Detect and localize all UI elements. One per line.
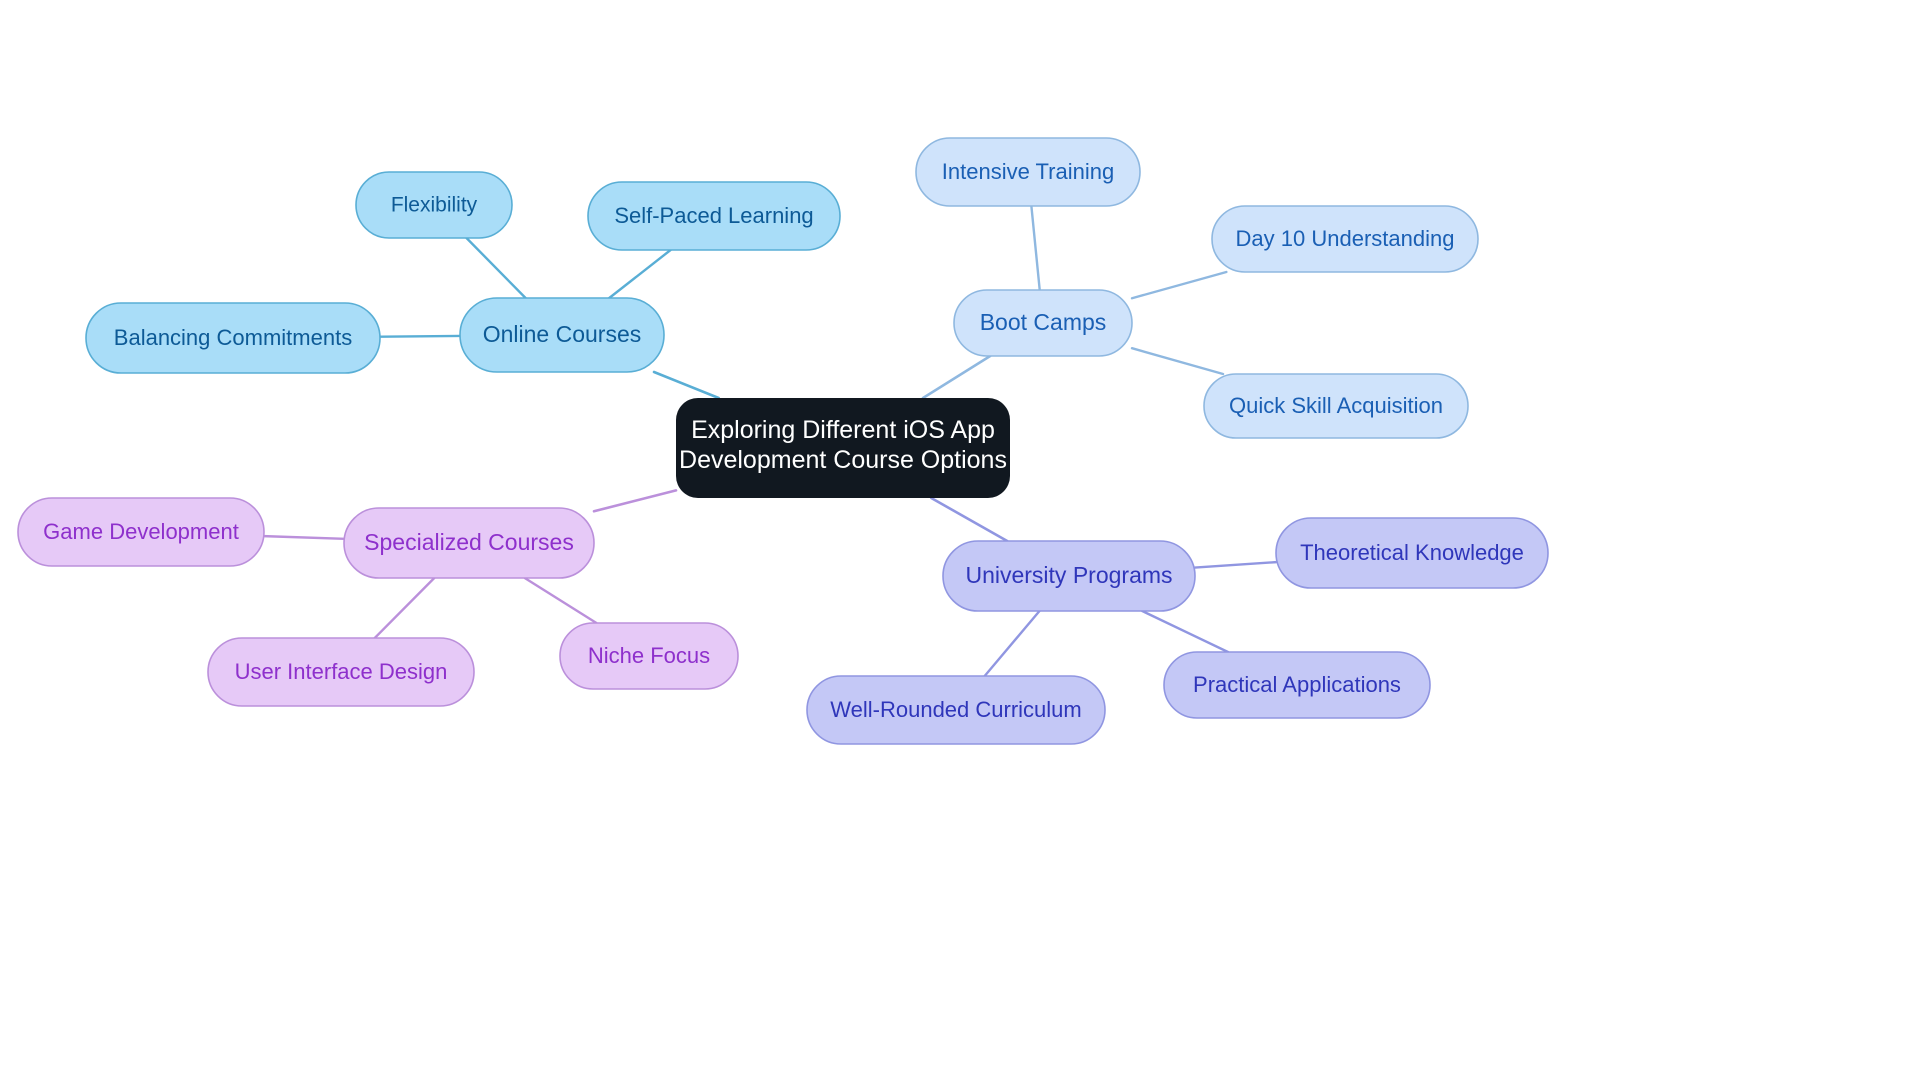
- node-label-niche-focus: Niche Focus: [588, 643, 710, 668]
- node-label-specialized-courses: Specialized Courses: [364, 529, 574, 555]
- node-online-courses[interactable]: Online Courses: [459, 297, 665, 373]
- edge-specialized-courses-to-niche-focus: [523, 576, 598, 625]
- edge-boot-camps-to-intensive-training: [1030, 204, 1041, 292]
- node-day-10-understanding[interactable]: Day 10 Understanding: [1211, 205, 1479, 273]
- node-label-boot-camps: Boot Camps: [980, 309, 1107, 335]
- node-label-game-development: Game Development: [43, 519, 239, 544]
- node-balancing-commitments[interactable]: Balancing Commitments: [85, 302, 381, 374]
- mindmap-diagram: Flexibility Self-Paced Learning Balancing …: [17, 137, 1549, 745]
- edge-online-courses-to-balancing-commitments: [378, 334, 462, 338]
- edge-central-to-specialized-courses: [592, 489, 678, 513]
- node-user-interface-design[interactable]: User Interface Design: [207, 637, 475, 707]
- node-label-flexibility: Flexibility: [391, 194, 478, 217]
- node-niche-focus[interactable]: Niche Focus: [559, 622, 739, 690]
- mindmap-canvas-root: Flexibility Self-Paced Learning Balancing …: [0, 0, 1920, 1083]
- node-label-self-paced-learning: Self-Paced Learning: [614, 203, 813, 228]
- node-theoretical-knowledge[interactable]: Theoretical Knowledge: [1275, 517, 1549, 589]
- node-label-online-courses: Online Courses: [483, 321, 642, 347]
- node-label-well-rounded-curriculum: Well-Rounded Curriculum: [830, 697, 1081, 722]
- node-well-rounded-curriculum[interactable]: Well-Rounded Curriculum: [806, 675, 1106, 745]
- edge-central-to-university-programs: [929, 496, 1009, 543]
- node-label-user-interface-design: User Interface Design: [235, 659, 448, 684]
- node-label-practical-applications: Practical Applications: [1193, 672, 1401, 697]
- edge-central-to-boot-camps: [921, 354, 992, 400]
- node-label-quick-skill-acquisition: Quick Skill Acquisition: [1229, 393, 1443, 418]
- edge-online-courses-to-self-paced-learning: [608, 248, 672, 300]
- node-flexibility[interactable]: Flexibility: [355, 171, 513, 239]
- edge-central-to-online-courses: [652, 370, 720, 400]
- edge-specialized-courses-to-game-development: [262, 534, 346, 541]
- edge-university-programs-to-well-rounded-curriculum: [983, 609, 1041, 678]
- node-self-paced-learning[interactable]: Self-Paced Learning: [587, 181, 841, 251]
- edge-university-programs-to-theoretical-knowledge: [1193, 560, 1278, 569]
- node-university-programs[interactable]: University Programs: [942, 540, 1196, 612]
- node-label-intensive-training: Intensive Training: [942, 159, 1114, 184]
- node-label-balancing-commitments: Balancing Commitments: [114, 325, 352, 350]
- edge-boot-camps-to-day-10-understanding: [1130, 270, 1228, 300]
- node-intensive-training[interactable]: Intensive Training: [915, 137, 1141, 207]
- node-label-university-programs: University Programs: [965, 562, 1172, 588]
- edge-boot-camps-to-quick-skill-acquisition: [1130, 347, 1225, 376]
- central-node[interactable]: Exploring Different iOS App Development C…: [676, 398, 1010, 498]
- edge-specialized-courses-to-user-interface-design: [373, 576, 436, 640]
- node-game-development[interactable]: Game Development: [17, 497, 265, 567]
- node-specialized-courses[interactable]: Specialized Courses: [343, 507, 595, 579]
- node-practical-applications[interactable]: Practical Applications: [1163, 651, 1431, 719]
- node-label-day-10-understanding: Day 10 Understanding: [1236, 226, 1455, 251]
- edge-online-courses-to-flexibility: [465, 236, 527, 300]
- node-boot-camps[interactable]: Boot Camps: [953, 289, 1133, 357]
- node-quick-skill-acquisition[interactable]: Quick Skill Acquisition: [1203, 373, 1469, 439]
- nodes-layer: Flexibility Self-Paced Learning Balancing …: [17, 137, 1549, 745]
- node-label-theoretical-knowledge: Theoretical Knowledge: [1300, 540, 1524, 565]
- edge-university-programs-to-practical-applications: [1141, 609, 1230, 654]
